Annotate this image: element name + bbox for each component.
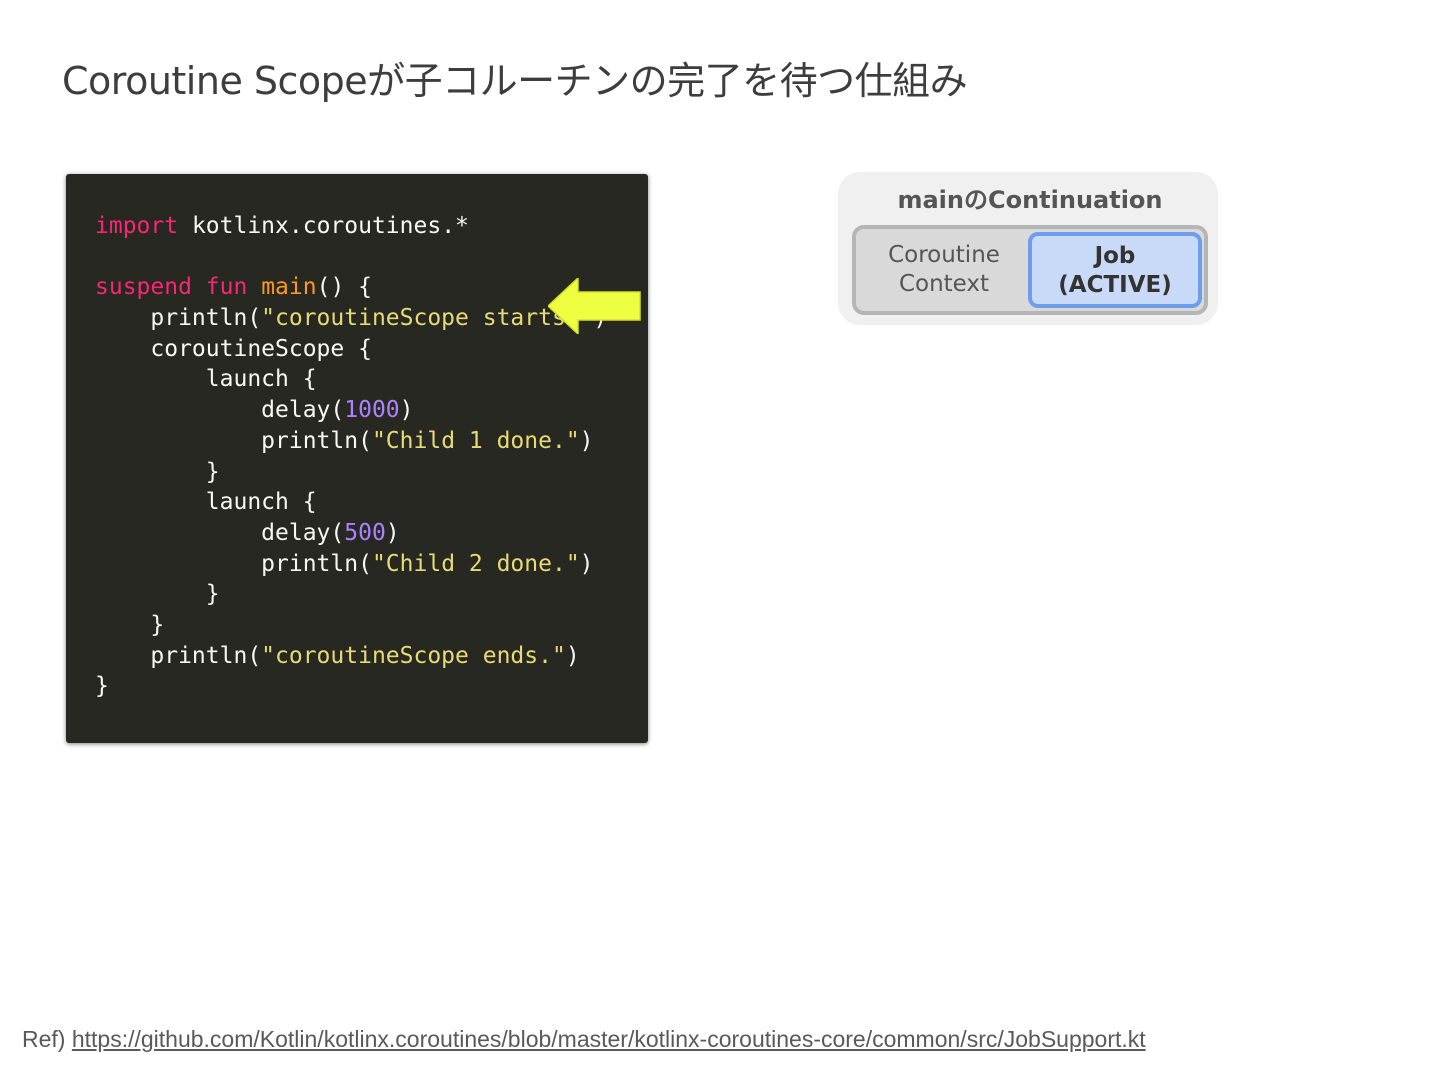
main-continuation-box: mainのContinuation Coroutine Context Job … [838, 172, 1218, 325]
code-token: import [95, 213, 179, 239]
code-token: } [95, 458, 220, 485]
code-token: 1000 [344, 397, 400, 424]
code-line: } [95, 671, 648, 702]
code-line: import kotlinx.coroutines.* [95, 211, 648, 242]
code-token: "Child 1 done." [371, 427, 580, 454]
slide-title: Coroutine Scopeが子コルーチンの完了を待つ仕組み [62, 59, 968, 103]
context-label-line1: Coroutine [888, 242, 1000, 268]
code-token: ) [399, 397, 414, 424]
code-token: "coroutineScope starts." [261, 305, 594, 332]
code-token: () { [316, 274, 372, 301]
job-label-line1: Job [1094, 243, 1136, 269]
code-line: coroutineScope { [95, 334, 648, 365]
code-token: 500 [344, 519, 386, 546]
code-token: "coroutineScope ends." [261, 642, 566, 669]
ref-link[interactable]: https://github.com/Kotlin/kotlinx.corout… [72, 1026, 1146, 1052]
code-token: ) [565, 642, 580, 669]
continuation-title: mainのContinuation [897, 186, 1163, 214]
code-token: println( [95, 642, 262, 669]
code-token: } [95, 673, 109, 700]
code-line: println("Child 2 done.") [95, 549, 648, 580]
ref-prefix: Ref) [22, 1026, 66, 1052]
code-token: launch { [95, 366, 317, 393]
job-label-line2: (ACTIVE) [1058, 272, 1172, 298]
code-line: delay(1000) [95, 395, 648, 426]
pointer-arrow-icon [548, 278, 641, 334]
code-token: "Child 2 done." [371, 550, 580, 577]
code-line: } [95, 610, 648, 641]
code-token: println( [95, 305, 262, 332]
coroutine-context-box: Coroutine Context Job (ACTIVE) [852, 225, 1208, 315]
code-token: ) [385, 519, 400, 546]
code-token: launch { [95, 489, 317, 516]
code-line: println("Child 1 done.") [95, 426, 648, 457]
job-status-box: Job (ACTIVE) [1028, 232, 1202, 308]
code-line: delay(500) [95, 518, 648, 549]
code-token: delay( [95, 397, 345, 424]
code-line: launch { [95, 487, 648, 518]
code-token: } [95, 581, 220, 608]
code-token: ) [579, 550, 594, 577]
code-token: ) [579, 427, 594, 454]
code-token: delay( [95, 519, 345, 546]
code-token: main [261, 274, 317, 301]
code-token: println( [95, 550, 372, 577]
code-token: } [95, 611, 165, 638]
code-token: kotlinx.coroutines.* [178, 213, 469, 239]
context-label-line2: Context [898, 271, 990, 297]
code-token: println( [95, 427, 372, 454]
coroutine-context-label: Coroutine Context [860, 241, 1028, 299]
code-block: import kotlinx.coroutines.* suspend fun … [66, 174, 648, 743]
code-line: } [95, 457, 648, 488]
code-token: suspend [95, 274, 192, 301]
code-token: coroutineScope { [95, 335, 372, 362]
code-line: println("coroutineScope ends.") [95, 641, 648, 672]
code-line: launch { [95, 364, 648, 395]
code-line: } [95, 579, 648, 610]
reference-footer: Ref) https://github.com/Kotlin/kotlinx.c… [22, 1026, 1146, 1053]
code-token: fun [205, 274, 248, 301]
